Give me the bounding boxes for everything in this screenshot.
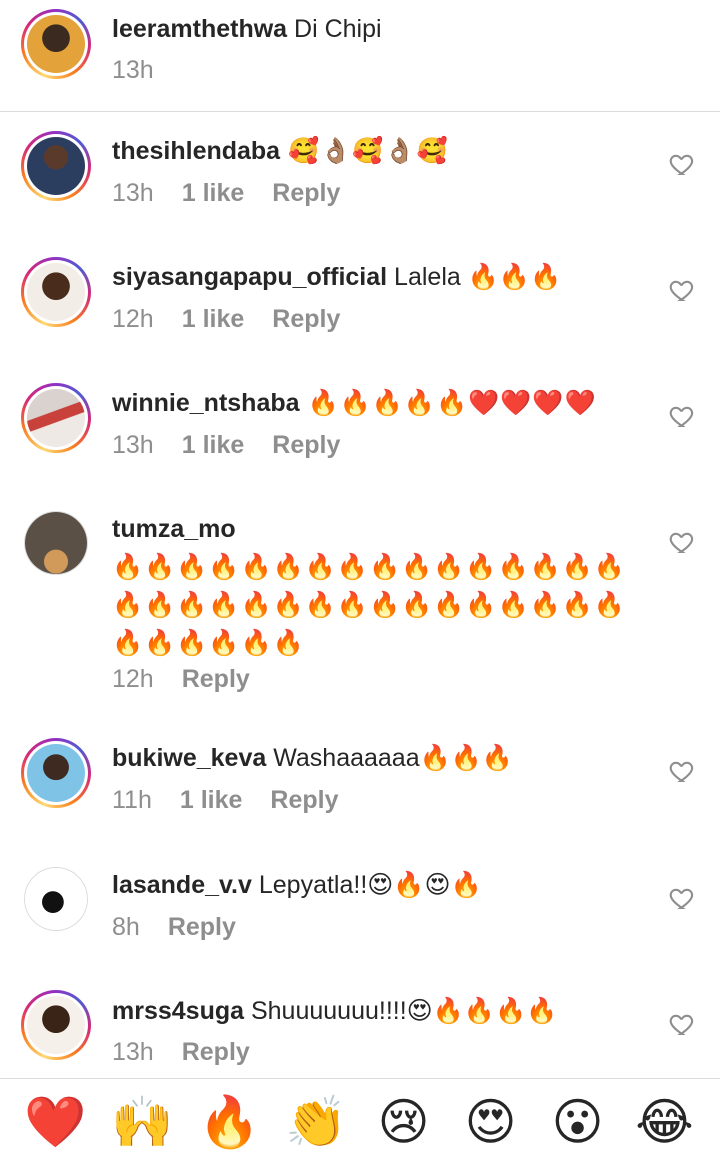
like-count[interactable]: 1 like <box>182 431 245 459</box>
comment-username[interactable]: bukiwe_keva <box>112 744 266 772</box>
reply-button[interactable]: Reply <box>182 1038 250 1066</box>
reply-button[interactable]: Reply <box>272 305 340 333</box>
reply-button[interactable]: Reply <box>270 786 338 814</box>
comment-username[interactable]: leeramthethwa <box>112 15 287 43</box>
reaction-heart-eyes-icon[interactable]: 😍 <box>455 1092 527 1152</box>
comment-username[interactable]: siyasangapapu_official <box>112 263 387 291</box>
comment-time: 11h <box>112 786 152 814</box>
avatar[interactable] <box>21 990 91 1060</box>
comment-text: mrss4suga Shuuuuuuu!!!!😍🔥🔥🔥🔥 <box>112 992 644 1030</box>
like-count[interactable]: 1 like <box>180 786 243 814</box>
like-heart-icon[interactable] <box>668 276 696 304</box>
comment-time: 12h <box>112 305 154 333</box>
avatar[interactable] <box>21 257 91 327</box>
avatar[interactable] <box>21 383 91 453</box>
reaction-surprised-icon[interactable]: 😮 <box>542 1092 614 1152</box>
reaction-crying-icon[interactable]: 😢 <box>368 1092 440 1152</box>
comment-meta: 12h 1 like Reply <box>112 305 368 334</box>
comment-body: 🔥🔥🔥🔥🔥🔥🔥🔥🔥🔥🔥🔥🔥🔥🔥🔥🔥🔥🔥🔥🔥🔥🔥🔥🔥🔥🔥🔥🔥🔥🔥🔥🔥🔥🔥🔥🔥🔥 <box>112 553 627 657</box>
comment-text: winnie_ntshaba 🔥🔥🔥🔥🔥❤️❤️❤️❤️ <box>112 384 644 422</box>
comment-text: lasande_v.v Lepyatla!!😍🔥😍🔥 <box>112 866 644 904</box>
reaction-laughing-icon[interactable]: 😂 <box>629 1092 701 1152</box>
quick-reaction-bar: ❤️ 🙌 🔥 👏 😢 😍 😮 😂 <box>0 1078 720 1164</box>
like-heart-icon[interactable] <box>668 402 696 430</box>
comment-meta: 11h 1 like Reply <box>112 786 367 815</box>
comment-body: 🥰👌🏽🥰👌🏽🥰 <box>280 137 449 165</box>
like-count[interactable]: 1 like <box>182 179 245 207</box>
comment-meta: 13h 1 like Reply <box>112 179 368 208</box>
comment-text: leeramthethwa Di Chipi <box>112 10 644 48</box>
comment-username[interactable]: lasande_v.v <box>112 871 252 899</box>
comment-body: Di Chipi <box>287 15 382 43</box>
reaction-heart-icon[interactable]: ❤️ <box>20 1092 92 1152</box>
reaction-clapping-icon[interactable]: 👏 <box>281 1092 353 1152</box>
comment-body: 🔥🔥🔥🔥🔥❤️❤️❤️❤️ <box>299 389 597 417</box>
reply-button[interactable]: Reply <box>168 913 236 941</box>
comment-meta: 13h 1 like Reply <box>112 431 368 460</box>
comment-meta: 13h Reply <box>112 1038 278 1067</box>
comment-body: Lepyatla!!😍🔥😍🔥 <box>251 871 482 899</box>
comment-time: 12h <box>112 665 154 693</box>
like-count[interactable]: 1 like <box>182 305 245 333</box>
reply-button[interactable]: Reply <box>272 179 340 207</box>
like-heart-icon[interactable] <box>668 884 696 912</box>
like-heart-icon[interactable] <box>668 1010 696 1038</box>
comment-time: 8h <box>112 913 140 941</box>
comment-meta: 8h Reply <box>112 913 264 942</box>
reply-button[interactable]: Reply <box>272 431 340 459</box>
comment-username[interactable]: mrss4suga <box>112 997 244 1025</box>
comment-time: 13h <box>112 179 154 207</box>
like-heart-icon[interactable] <box>668 757 696 785</box>
comment-body: Washaaaaaa🔥🔥🔥 <box>266 744 513 772</box>
comment-text: tumza_mo 🔥🔥🔥🔥🔥🔥🔥🔥🔥🔥🔥🔥🔥🔥🔥🔥🔥🔥🔥🔥🔥🔥🔥🔥🔥🔥🔥🔥🔥🔥🔥… <box>112 510 644 662</box>
comment-text: thesihlendaba 🥰👌🏽🥰👌🏽🥰 <box>112 132 644 170</box>
reply-button[interactable]: Reply <box>182 665 250 693</box>
comment-text: siyasangapapu_official Lalela 🔥🔥🔥 <box>112 258 644 296</box>
reaction-raised-hands-icon[interactable]: 🙌 <box>107 1092 179 1152</box>
like-heart-icon[interactable] <box>668 528 696 556</box>
comment-meta: 12h Reply <box>112 665 278 694</box>
comment-username[interactable]: winnie_ntshaba <box>112 389 300 417</box>
comment-meta: 13h <box>112 56 182 85</box>
avatar[interactable] <box>21 738 91 808</box>
avatar[interactable] <box>21 131 91 201</box>
comment-username[interactable]: thesihlendaba <box>112 137 280 165</box>
avatar[interactable] <box>21 9 91 79</box>
avatar[interactable] <box>24 511 88 575</box>
reaction-fire-icon[interactable]: 🔥 <box>194 1092 266 1152</box>
comment-time: 13h <box>112 56 154 84</box>
comment-time: 13h <box>112 1038 154 1066</box>
comment-username[interactable]: tumza_mo <box>112 510 644 548</box>
comment-time: 13h <box>112 431 154 459</box>
like-heart-icon[interactable] <box>668 150 696 178</box>
avatar[interactable] <box>24 867 88 931</box>
comment-text: bukiwe_keva Washaaaaaa🔥🔥🔥 <box>112 739 644 777</box>
divider <box>0 111 720 112</box>
comment-body: Shuuuuuuu!!!!😍🔥🔥🔥🔥 <box>244 997 558 1025</box>
comment-body: Lalela 🔥🔥🔥 <box>387 263 562 291</box>
